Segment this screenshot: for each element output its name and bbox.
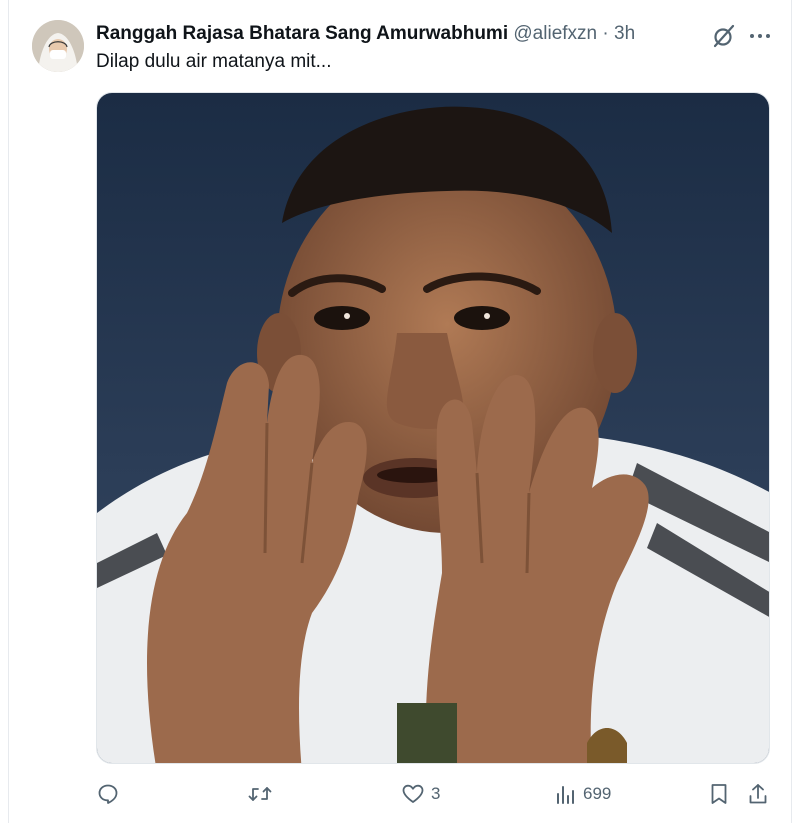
tweet-media-photo[interactable] <box>96 92 770 764</box>
bookmark-icon <box>711 784 727 804</box>
tweet-header: Ranggah Rajasa Bhatara Sang Amurwabhumi … <box>96 22 635 46</box>
grok-icon[interactable] <box>710 22 738 50</box>
reply-icon <box>98 784 118 804</box>
views-button[interactable]: 699 <box>555 780 611 808</box>
author-handle[interactable]: @aliefxzn <box>513 23 597 44</box>
retweet-button[interactable] <box>247 780 279 808</box>
timestamp[interactable]: 3h <box>614 23 635 44</box>
share-icon <box>749 784 767 804</box>
separator-dot: · <box>602 23 609 44</box>
avatar-image <box>32 20 84 72</box>
photo-image <box>97 93 769 763</box>
view-count: 699 <box>583 784 612 803</box>
more-icon[interactable] <box>748 22 772 50</box>
author-name[interactable]: Ranggah Rajasa Bhatara Sang Amurwabhumi <box>96 23 508 44</box>
views-icon <box>557 786 574 804</box>
share-button[interactable] <box>747 780 769 808</box>
tweet-text: Dilap dulu air matanya mit... <box>96 51 332 72</box>
like-button[interactable]: 3 <box>401 780 440 808</box>
retweet-icon <box>248 787 272 801</box>
bookmark-button[interactable] <box>708 780 730 808</box>
like-count: 3 <box>431 784 441 803</box>
heart-icon <box>402 784 424 803</box>
reply-button[interactable] <box>96 780 126 808</box>
avatar[interactable] <box>32 20 84 72</box>
